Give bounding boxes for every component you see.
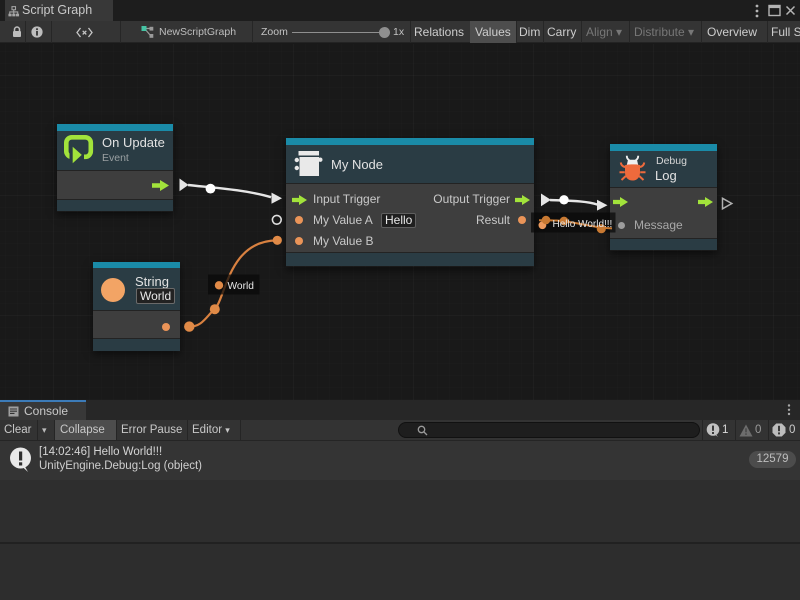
svg-text:World: World <box>228 281 255 292</box>
svg-text:Hello World!!!: Hello World!!! <box>553 219 613 230</box>
